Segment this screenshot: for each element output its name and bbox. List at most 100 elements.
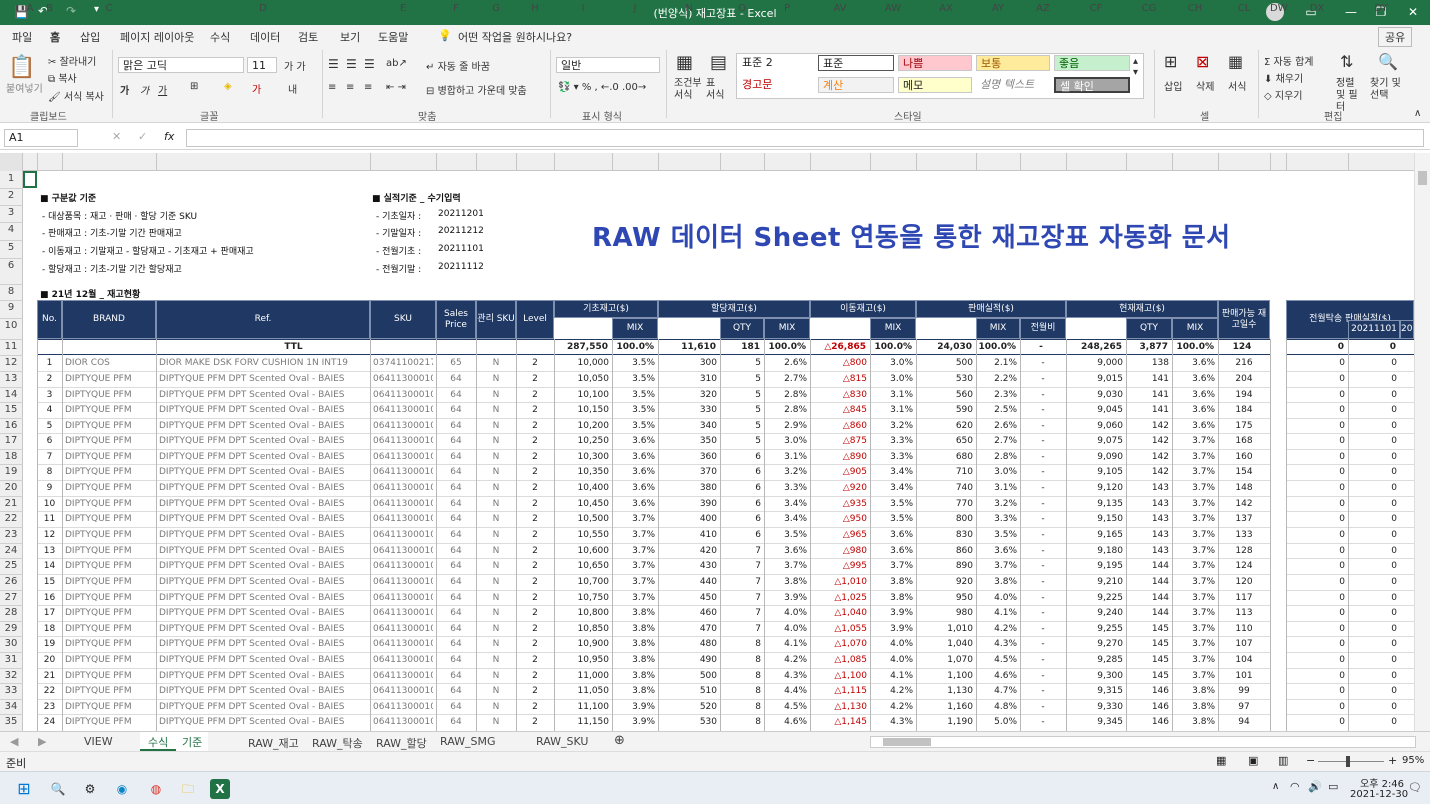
- table-cell[interactable]: 3.6%: [1175, 405, 1215, 415]
- table-cell[interactable]: 9: [40, 483, 59, 493]
- table-cell[interactable]: 9,315: [1069, 686, 1123, 696]
- ttl-cell[interactable]: 3,877: [1126, 342, 1168, 352]
- column-header[interactable]: DY: [1348, 3, 1414, 14]
- table-cell[interactable]: 144: [1129, 593, 1169, 603]
- share-button[interactable]: 공유: [1378, 27, 1413, 47]
- table-cell[interactable]: 0: [1289, 421, 1345, 431]
- table-cell[interactable]: DIPTYQUE PFM: [65, 436, 153, 446]
- table-cell[interactable]: -: [1023, 530, 1063, 540]
- table-cell[interactable]: 380: [661, 483, 717, 493]
- table-cell[interactable]: 0: [1351, 374, 1397, 384]
- table-cell[interactable]: 064113000108: [373, 577, 433, 587]
- sheet-tab-raw-consign[interactable]: RAW_탁송: [312, 735, 363, 751]
- table-cell[interactable]: 3.6%: [615, 436, 655, 446]
- column-header[interactable]: F: [436, 3, 476, 14]
- ttl-cell[interactable]: 24,030: [916, 342, 972, 352]
- table-cell[interactable]: △1,025: [813, 593, 867, 603]
- table-cell[interactable]: 145: [1129, 671, 1169, 681]
- table-cell[interactable]: 3.8%: [767, 577, 807, 587]
- table-cell[interactable]: 4: [40, 405, 59, 415]
- table-cell[interactable]: 2: [519, 624, 551, 634]
- table-cell[interactable]: DIOR MAKE DSK FORV CUSHION 1N INT19: [159, 358, 367, 368]
- table-cell[interactable]: N: [479, 467, 513, 477]
- table-cell[interactable]: 9,300: [1069, 671, 1123, 681]
- table-cell[interactable]: 3.7%: [1175, 452, 1215, 462]
- table-cell[interactable]: 194: [1221, 390, 1267, 400]
- table-cell[interactable]: 3.6%: [979, 546, 1017, 556]
- table-cell[interactable]: 0: [1351, 436, 1397, 446]
- column-header[interactable]: AY: [976, 3, 1020, 14]
- table-cell[interactable]: 2: [519, 374, 551, 384]
- table-cell[interactable]: N: [479, 717, 513, 727]
- table-cell[interactable]: 8: [723, 717, 761, 727]
- table-cell[interactable]: 9,270: [1069, 639, 1123, 649]
- zoom-level[interactable]: 95%: [1402, 755, 1424, 766]
- table-cell[interactable]: 430: [661, 561, 717, 571]
- tab-home[interactable]: 홈: [50, 29, 61, 49]
- table-cell[interactable]: 7: [723, 593, 761, 603]
- table-cell[interactable]: 3.5%: [615, 421, 655, 431]
- table-cell[interactable]: 3.7%: [615, 593, 655, 603]
- table-cell[interactable]: 64: [439, 452, 473, 462]
- table-cell[interactable]: 2.5%: [979, 405, 1017, 415]
- autosum-button[interactable]: Σ 자동 합계: [1264, 53, 1313, 68]
- table-cell[interactable]: 3.8%: [1175, 717, 1215, 727]
- page-break-icon[interactable]: ▥: [1278, 754, 1288, 767]
- table-cell[interactable]: DIPTYQUE PFM: [65, 686, 153, 696]
- table-cell[interactable]: △1,145: [813, 717, 867, 727]
- table-cell[interactable]: 4.2%: [979, 624, 1017, 634]
- table-cell[interactable]: 4.0%: [873, 655, 913, 665]
- table-cell[interactable]: 9,195: [1069, 561, 1123, 571]
- table-cell[interactable]: 3.5%: [873, 499, 913, 509]
- table-cell[interactable]: 064113000108: [373, 546, 433, 556]
- table-cell[interactable]: 10,950: [557, 655, 610, 665]
- ttl-cell[interactable]: 181: [720, 342, 760, 352]
- table-cell[interactable]: 2.8%: [979, 452, 1017, 462]
- table-cell[interactable]: 0: [1351, 514, 1397, 524]
- table-cell[interactable]: 3.6%: [767, 546, 807, 556]
- table-cell[interactable]: 3.7%: [1175, 624, 1215, 634]
- table-cell[interactable]: △830: [813, 390, 867, 400]
- style-explanatory[interactable]: 설명 텍스트: [976, 77, 1050, 93]
- table-cell[interactable]: 3.8%: [615, 655, 655, 665]
- table-cell[interactable]: 3.8%: [615, 624, 655, 634]
- table-cell[interactable]: 2.3%: [979, 390, 1017, 400]
- table-cell[interactable]: 830: [919, 530, 973, 540]
- table-cell[interactable]: 310: [661, 374, 717, 384]
- italic-icon[interactable]: 가: [140, 82, 149, 97]
- wrap-text-button[interactable]: ↵ 자동 줄 바꿈: [426, 58, 490, 73]
- table-cell[interactable]: 410: [661, 530, 717, 540]
- table-cell[interactable]: 9,150: [1069, 514, 1123, 524]
- column-header[interactable]: CH: [1172, 3, 1218, 14]
- ttl-cell[interactable]: △26,865: [810, 342, 866, 352]
- style-warning[interactable]: 경고문: [738, 77, 814, 93]
- font-size-select[interactable]: 11: [247, 57, 277, 73]
- table-cell[interactable]: -: [1023, 717, 1063, 727]
- table-cell[interactable]: 184: [1221, 405, 1267, 415]
- table-cell[interactable]: DIPTYQUE PFM: [65, 593, 153, 603]
- find-select-icon[interactable]: 🔍: [1378, 52, 1398, 71]
- conditional-format-button[interactable]: 조건부 서식: [674, 78, 704, 102]
- table-cell[interactable]: 0: [1289, 452, 1345, 462]
- table-cell[interactable]: 064113000108: [373, 593, 433, 603]
- table-cell[interactable]: 9,240: [1069, 608, 1123, 618]
- delete-cells-icon[interactable]: ⊠: [1196, 52, 1209, 71]
- table-cell[interactable]: 2.6%: [979, 421, 1017, 431]
- table-cell[interactable]: 11,050: [557, 686, 610, 696]
- tab-view[interactable]: 보기: [340, 29, 360, 45]
- table-cell[interactable]: 9,000: [1069, 358, 1123, 368]
- tab-file[interactable]: 파일: [12, 29, 32, 45]
- table-cell[interactable]: 2: [519, 671, 551, 681]
- column-header[interactable]: D: [156, 3, 370, 14]
- table-cell[interactable]: 104: [1221, 655, 1267, 665]
- table-cell[interactable]: 10: [40, 499, 59, 509]
- table-cell[interactable]: 0: [1289, 436, 1345, 446]
- table-cell[interactable]: 4.6%: [767, 717, 807, 727]
- table-cell[interactable]: 168: [1221, 436, 1267, 446]
- table-cell[interactable]: 154: [1221, 467, 1267, 477]
- column-header[interactable]: AW: [870, 3, 916, 14]
- column-header[interactable]: N: [658, 3, 720, 14]
- table-cell[interactable]: 480: [661, 639, 717, 649]
- column-header[interactable]: J: [612, 3, 658, 14]
- table-cell[interactable]: N: [479, 499, 513, 509]
